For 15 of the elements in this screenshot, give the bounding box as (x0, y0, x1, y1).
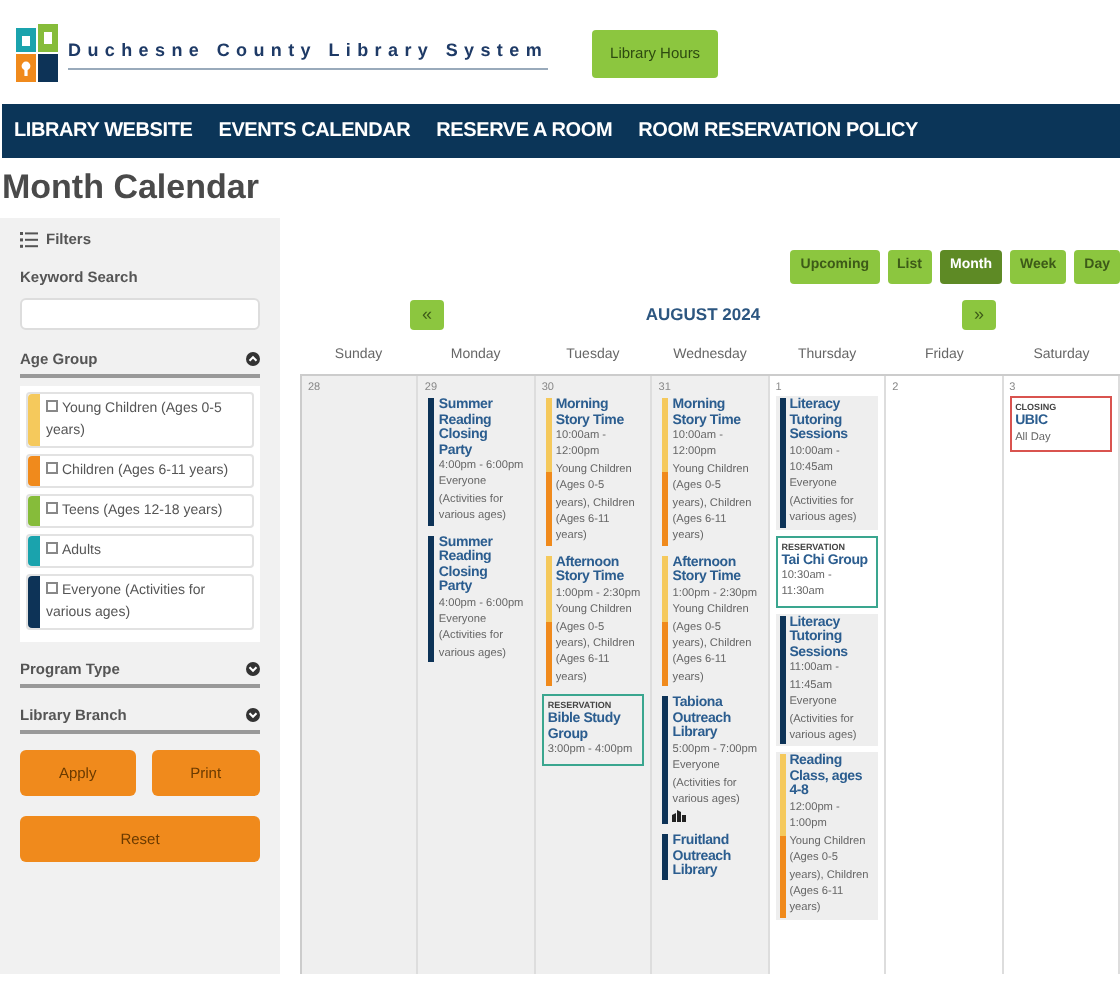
keyword-search-field[interactable] (20, 297, 260, 329)
page-title: Month Calendar (2, 166, 261, 210)
previous-month-button[interactable]: « (410, 299, 444, 329)
nav-link[interactable]: RESERVE A ROOM (436, 116, 613, 146)
collapse-icon[interactable] (246, 351, 260, 366)
expand-icon[interactable] (246, 661, 260, 676)
nav-link[interactable]: EVENTS CALENDAR (218, 116, 411, 146)
expand-icon[interactable] (246, 708, 260, 723)
nav-link[interactable]: LIBRARY WEBSITE (14, 116, 193, 146)
library-logo-icon (16, 24, 60, 84)
next-month-button[interactable]: » (961, 299, 996, 329)
list-icon (20, 231, 38, 248)
logo-text: Duchesne County Library System (68, 37, 549, 71)
nav-link[interactable]: ROOM RESERVATION POLICY (638, 116, 918, 146)
month-title: AUGUST 2024 (645, 301, 761, 327)
